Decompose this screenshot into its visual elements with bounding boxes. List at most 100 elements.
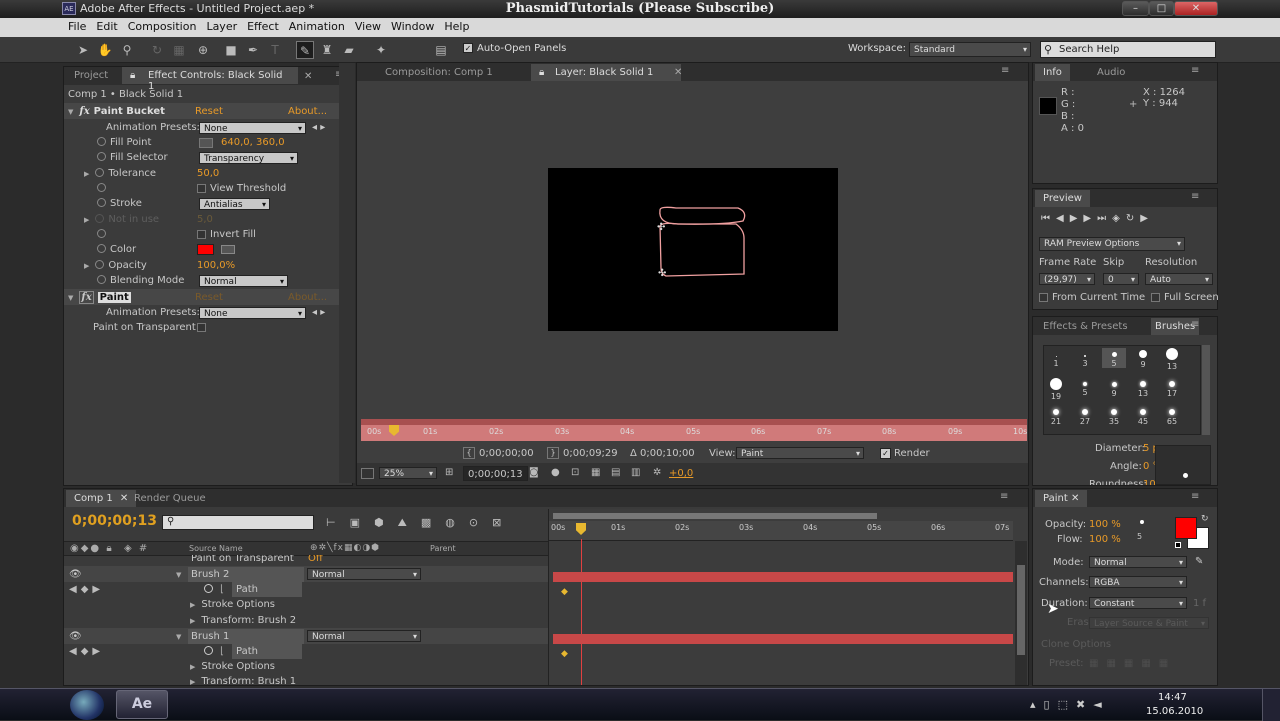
- loop-icon[interactable]: ↻: [1126, 213, 1140, 224]
- brush1-duration-bar[interactable]: [553, 634, 1013, 644]
- work-area-bar[interactable]: [553, 513, 877, 519]
- eyedropper-icon[interactable]: [221, 245, 235, 254]
- graph-icon[interactable]: ⌊: [220, 582, 224, 597]
- close-button[interactable]: ✕: [1174, 1, 1218, 16]
- panel-menu-icon[interactable]: ≡: [1191, 491, 1199, 502]
- brush2-label[interactable]: Brush 2: [188, 567, 304, 582]
- paint-presets-select[interactable]: None: [199, 307, 306, 320]
- brush2-path-keyframe[interactable]: ◆: [561, 587, 568, 597]
- brush-tip[interactable]: 1: [1044, 350, 1068, 368]
- crosshair-icon[interactable]: [199, 138, 213, 148]
- brush-tip[interactable]: 19: [1044, 378, 1068, 401]
- play-icon[interactable]: ▶: [1070, 213, 1084, 224]
- zoom-tool-icon[interactable]: ⚲: [118, 41, 136, 59]
- color-channel-icon[interactable]: ●: [551, 467, 560, 478]
- tab-preview[interactable]: Preview: [1035, 190, 1090, 207]
- channels-select[interactable]: RGBA: [1089, 576, 1187, 589]
- brush1-path-label[interactable]: Path: [232, 644, 302, 659]
- render-checkbox[interactable]: ✓: [880, 448, 891, 459]
- auto-open-checkbox[interactable]: ✓: [463, 43, 473, 53]
- pan-behind-tool-icon[interactable]: ⊕: [194, 41, 212, 59]
- opacity-value[interactable]: 100,0%: [197, 258, 235, 273]
- fill-selector-select[interactable]: Transparency: [199, 152, 298, 165]
- paint-reset[interactable]: Reset: [195, 290, 223, 305]
- panel-menu-icon[interactable]: ≡: [1000, 491, 1008, 502]
- fill-point-value[interactable]: 640,0, 360,0: [221, 135, 285, 150]
- brush-tool-icon[interactable]: ✎: [296, 41, 314, 59]
- menu-file[interactable]: File: [63, 18, 91, 33]
- out-point-time[interactable]: 0;00;09;29: [563, 446, 618, 461]
- brush2-row[interactable]: ▼: [176, 567, 187, 582]
- brush-tip[interactable]: 17: [1160, 378, 1184, 398]
- opacity-value[interactable]: 100 %: [1089, 517, 1121, 532]
- ram-preview-icon[interactable]: ▶: [1140, 213, 1154, 224]
- live-update-icon[interactable]: ▣: [350, 516, 374, 529]
- stopwatch-icon[interactable]: [97, 137, 106, 146]
- taskbar-after-effects[interactable]: Ae: [116, 690, 168, 719]
- menu-effect[interactable]: Effect: [242, 18, 284, 33]
- brush1-path-keyframe[interactable]: ◆: [561, 649, 568, 659]
- exposure-value[interactable]: +0,0: [669, 466, 693, 481]
- zoom-select[interactable]: 25%: [379, 467, 437, 480]
- clock-time[interactable]: 14:47: [1158, 692, 1187, 703]
- animation-presets-select[interactable]: None: [199, 122, 306, 135]
- brush-tip[interactable]: 65: [1160, 406, 1184, 426]
- stopwatch-icon[interactable]: [95, 260, 105, 269]
- stopwatch-icon[interactable]: [97, 275, 106, 284]
- menu-composition[interactable]: Composition: [123, 18, 202, 33]
- default-colors-icon[interactable]: [1175, 542, 1181, 548]
- hand-tool-icon[interactable]: ✋: [96, 41, 114, 59]
- tab-info[interactable]: Info: [1035, 64, 1070, 81]
- visibility-eye-icon[interactable]: 👁︎: [69, 629, 82, 644]
- stopwatch-icon[interactable]: [97, 198, 106, 207]
- panel-menu-icon[interactable]: ≡: [1191, 191, 1199, 202]
- ram-preview-options-select[interactable]: RAM Preview Options: [1039, 237, 1185, 251]
- time-ruler[interactable]: 00s 01s 02s 03s 04s 05s 06s 07s: [549, 521, 1013, 541]
- text-tool-icon[interactable]: T: [266, 41, 284, 59]
- tab-render-queue[interactable]: Render Queue: [126, 490, 214, 507]
- source-name-column[interactable]: Source Name: [189, 541, 243, 556]
- keyframe-nav-icon[interactable]: ◀◆▶: [69, 582, 104, 597]
- tolerance-value[interactable]: 50,0: [197, 166, 219, 181]
- tab-close-icon[interactable]: ✕: [304, 71, 312, 82]
- swap-colors-icon[interactable]: ↻: [1201, 514, 1209, 524]
- prev-frame-icon[interactable]: ◀: [1056, 213, 1070, 224]
- audio-icon[interactable]: ◈: [1112, 213, 1126, 224]
- panel-menu-icon[interactable]: ≡: [1191, 319, 1199, 330]
- playhead[interactable]: [576, 523, 586, 535]
- snapshot-icon[interactable]: ◙: [529, 467, 539, 478]
- paint-bucket-reset[interactable]: Reset: [195, 104, 223, 119]
- stopwatch-icon[interactable]: [204, 582, 217, 597]
- full-screen-checkbox[interactable]: [1151, 293, 1160, 302]
- minimize-button[interactable]: –: [1122, 1, 1149, 16]
- tab-audio[interactable]: Audio: [1089, 64, 1133, 81]
- eyedropper-icon[interactable]: ✎: [1195, 556, 1203, 567]
- panel-menu-icon[interactable]: ≡: [1191, 65, 1199, 76]
- brush-tip[interactable]: 13: [1131, 378, 1155, 398]
- expand-triangle-icon[interactable]: ▶: [84, 167, 89, 182]
- menu-layer[interactable]: Layer: [201, 18, 242, 33]
- foreground-color-swatch[interactable]: [1175, 517, 1197, 539]
- brush1-transform[interactable]: ▶ Transform: Brush 1: [190, 674, 296, 685]
- menu-edit[interactable]: Edit: [91, 18, 122, 33]
- clone-stamp-tool-icon[interactable]: ♜: [318, 41, 336, 59]
- paint-header[interactable]: ▼ fx Paint: [68, 290, 131, 305]
- rectangle-tool-icon[interactable]: ■: [222, 41, 240, 59]
- stopwatch-icon[interactable]: [204, 644, 217, 659]
- eraser-tool-icon[interactable]: ▰: [340, 41, 358, 59]
- frame-rate-select[interactable]: (29,97): [1039, 273, 1095, 286]
- brush2-stroke-options[interactable]: ▶ Stroke Options: [190, 597, 275, 612]
- invert-fill-checkbox[interactable]: [197, 230, 206, 239]
- graph-icon[interactable]: ⌊: [220, 644, 224, 659]
- grid-icon[interactable]: ⊞: [445, 467, 457, 479]
- brush-tip[interactable]: 5: [1073, 378, 1097, 397]
- tab-layer[interactable]: 🔒︎ Layer: Black Solid 1: [531, 64, 681, 81]
- brush1-stroke-options[interactable]: ▶ Stroke Options: [190, 659, 275, 674]
- layer-canvas[interactable]: ✣ ✣: [548, 168, 838, 331]
- graph-editor-icon[interactable]: ⊠: [492, 516, 515, 529]
- stopwatch-icon[interactable]: [97, 183, 106, 192]
- draft-3d-icon[interactable]: ⬢: [374, 516, 398, 529]
- puppet-tool-icon[interactable]: ✦: [372, 41, 390, 59]
- exposure-icon[interactable]: ▥: [631, 467, 640, 478]
- tab-close-icon[interactable]: ✕: [1071, 493, 1079, 504]
